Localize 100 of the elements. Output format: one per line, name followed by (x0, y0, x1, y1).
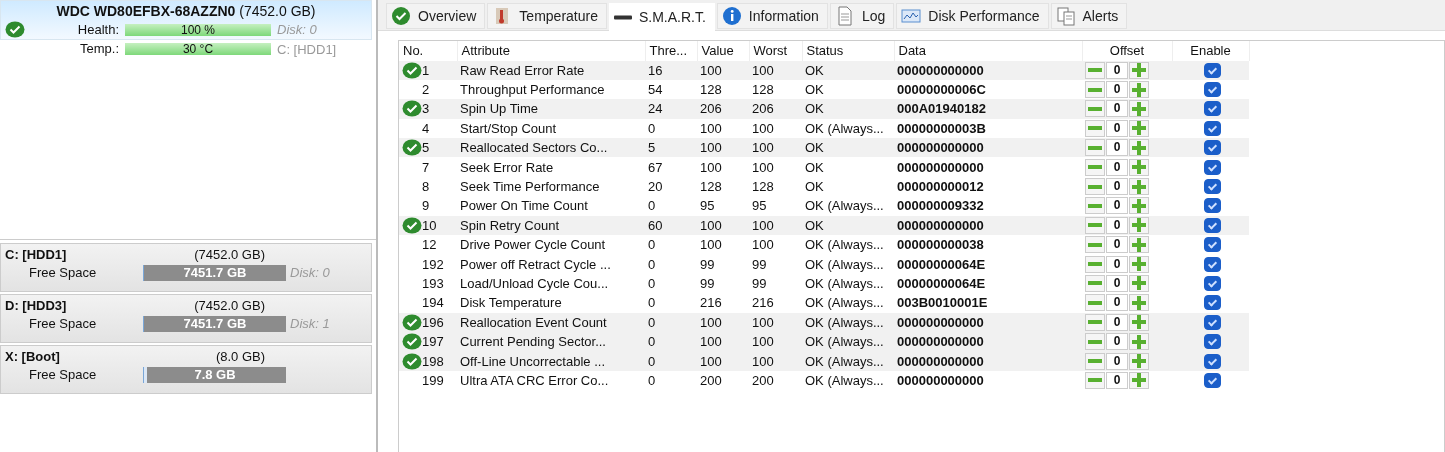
table-cell: OK (Always... (802, 118, 894, 139)
table-cell: 216 (697, 293, 749, 313)
minus-icon (1088, 300, 1102, 305)
offset-field[interactable]: 0 (1106, 119, 1128, 137)
checkbox[interactable] (1203, 101, 1221, 117)
table-cell-text: 99 (699, 255, 716, 274)
checkbox[interactable] (1203, 179, 1221, 195)
table-cell: 100 (697, 215, 749, 235)
checkbox[interactable] (1203, 140, 1221, 156)
minus-button[interactable] (1085, 236, 1105, 254)
table-cell-text: 194 (422, 294, 444, 313)
minus-button[interactable] (1085, 158, 1105, 176)
offset-field[interactable]: 0 (1106, 178, 1128, 196)
plus-button[interactable] (1129, 139, 1149, 157)
offset-field[interactable]: 0 (1106, 313, 1128, 331)
offset-field[interactable]: 0 (1106, 81, 1128, 99)
table-cell-text: 5 (422, 139, 430, 158)
checkbox[interactable] (1203, 353, 1221, 369)
table-cell-text: 00000000064E (896, 275, 987, 293)
plus-button[interactable] (1129, 313, 1149, 331)
plus-button[interactable] (1129, 216, 1149, 234)
plus-button[interactable] (1129, 158, 1149, 176)
table-cell: 100 (749, 351, 802, 371)
volume-card[interactable]: D: [HDD3] (7452.0 GB) Free Space 7451.7 GB Disk: 1 (0, 294, 372, 343)
offset-field[interactable]: 0 (1106, 255, 1128, 273)
checkbox[interactable] (1203, 62, 1221, 78)
minus-button[interactable] (1085, 178, 1105, 196)
checkbox[interactable] (1203, 198, 1221, 214)
table-cell: 200 (697, 370, 749, 391)
plus-button[interactable] (1129, 275, 1149, 292)
tab[interactable]: Overview (386, 3, 486, 29)
checkbox[interactable] (1203, 295, 1221, 311)
plus-button[interactable] (1129, 178, 1149, 196)
free-space-bar: 7451.7 GB (143, 316, 286, 332)
checkbox[interactable] (1203, 120, 1221, 136)
minus-button[interactable] (1085, 371, 1105, 389)
minus-button[interactable] (1085, 119, 1105, 137)
tab[interactable]: Information (716, 3, 828, 29)
tab[interactable]: Disk Performance (896, 3, 1049, 29)
checkbox[interactable] (1203, 237, 1221, 253)
checkbox[interactable] (1203, 82, 1221, 98)
plus-button[interactable] (1129, 236, 1149, 254)
plus-button[interactable] (1129, 119, 1149, 137)
offset-field[interactable]: 0 (1106, 333, 1128, 351)
tab[interactable]: S.M.A.R.T. (608, 3, 715, 31)
table-cell-text: Seek Time Performance (459, 178, 601, 197)
minus-button[interactable] (1085, 294, 1105, 312)
offset-field[interactable]: 0 (1106, 352, 1128, 370)
minus-button[interactable] (1085, 216, 1105, 234)
offset-field[interactable]: 0 (1106, 197, 1128, 215)
checkbox[interactable] (1203, 217, 1221, 233)
minus-icon (1088, 378, 1102, 383)
minus-button[interactable] (1085, 81, 1105, 99)
minus-button[interactable] (1085, 139, 1105, 157)
plus-button[interactable] (1129, 255, 1149, 273)
checkbox[interactable] (1203, 372, 1221, 388)
minus-button[interactable] (1085, 61, 1105, 79)
checkbox[interactable] (1203, 159, 1221, 175)
table-cell: OK (Always... (802, 235, 894, 255)
checkbox[interactable] (1203, 334, 1221, 350)
field-label: Health: (76, 22, 119, 37)
minus-button[interactable] (1085, 352, 1105, 370)
tab[interactable]: Log (829, 3, 895, 29)
minus-button[interactable] (1085, 313, 1105, 331)
offset-field[interactable]: 0 (1106, 294, 1128, 312)
minus-button[interactable] (1085, 255, 1105, 273)
plus-button[interactable] (1129, 294, 1149, 312)
table-cell: 200 (749, 370, 802, 391)
offset-field[interactable]: 0 (1106, 100, 1128, 118)
info-icon (721, 6, 742, 26)
offset-field[interactable]: 0 (1106, 158, 1128, 176)
table-cell-text: 192 (422, 255, 444, 274)
minus-button[interactable] (1085, 333, 1105, 351)
checkbox[interactable] (1203, 276, 1221, 291)
plus-button[interactable] (1129, 100, 1149, 118)
volume-card[interactable]: C: [HDD1] (7452.0 GB) Free Space 7451.7 GB Disk: 0 (0, 243, 372, 292)
plus-button[interactable] (1129, 81, 1149, 99)
table-cell: 00000000006C (894, 79, 1082, 100)
minus-button[interactable] (1085, 197, 1105, 215)
offset-field[interactable]: 0 (1106, 371, 1128, 389)
offset-field[interactable]: 0 (1106, 139, 1128, 157)
minus-button[interactable] (1085, 100, 1105, 118)
tab[interactable]: Alerts (1050, 3, 1128, 29)
checkbox[interactable] (1203, 314, 1221, 330)
plus-button[interactable] (1129, 61, 1149, 79)
temperature-bar: 30 °C (125, 43, 271, 56)
volume-card[interactable]: X: [Boot] (8.0 GB) Free Space 7.8 GB (0, 345, 372, 394)
plus-button[interactable] (1129, 197, 1149, 215)
plus-button[interactable] (1129, 333, 1149, 351)
plus-button[interactable] (1129, 352, 1149, 370)
minus-button[interactable] (1085, 275, 1105, 292)
offset-field[interactable]: 0 (1106, 275, 1128, 292)
offset-field[interactable]: 0 (1106, 236, 1128, 254)
checkbox[interactable] (1203, 256, 1221, 272)
table-cell: Spin Retry Count (457, 215, 645, 235)
offset-field[interactable]: 0 (1106, 61, 1128, 79)
table-cell-text: 128 (699, 178, 723, 197)
offset-field[interactable]: 0 (1106, 216, 1128, 234)
plus-button[interactable] (1129, 371, 1149, 389)
tab[interactable]: Temperature (487, 3, 607, 29)
